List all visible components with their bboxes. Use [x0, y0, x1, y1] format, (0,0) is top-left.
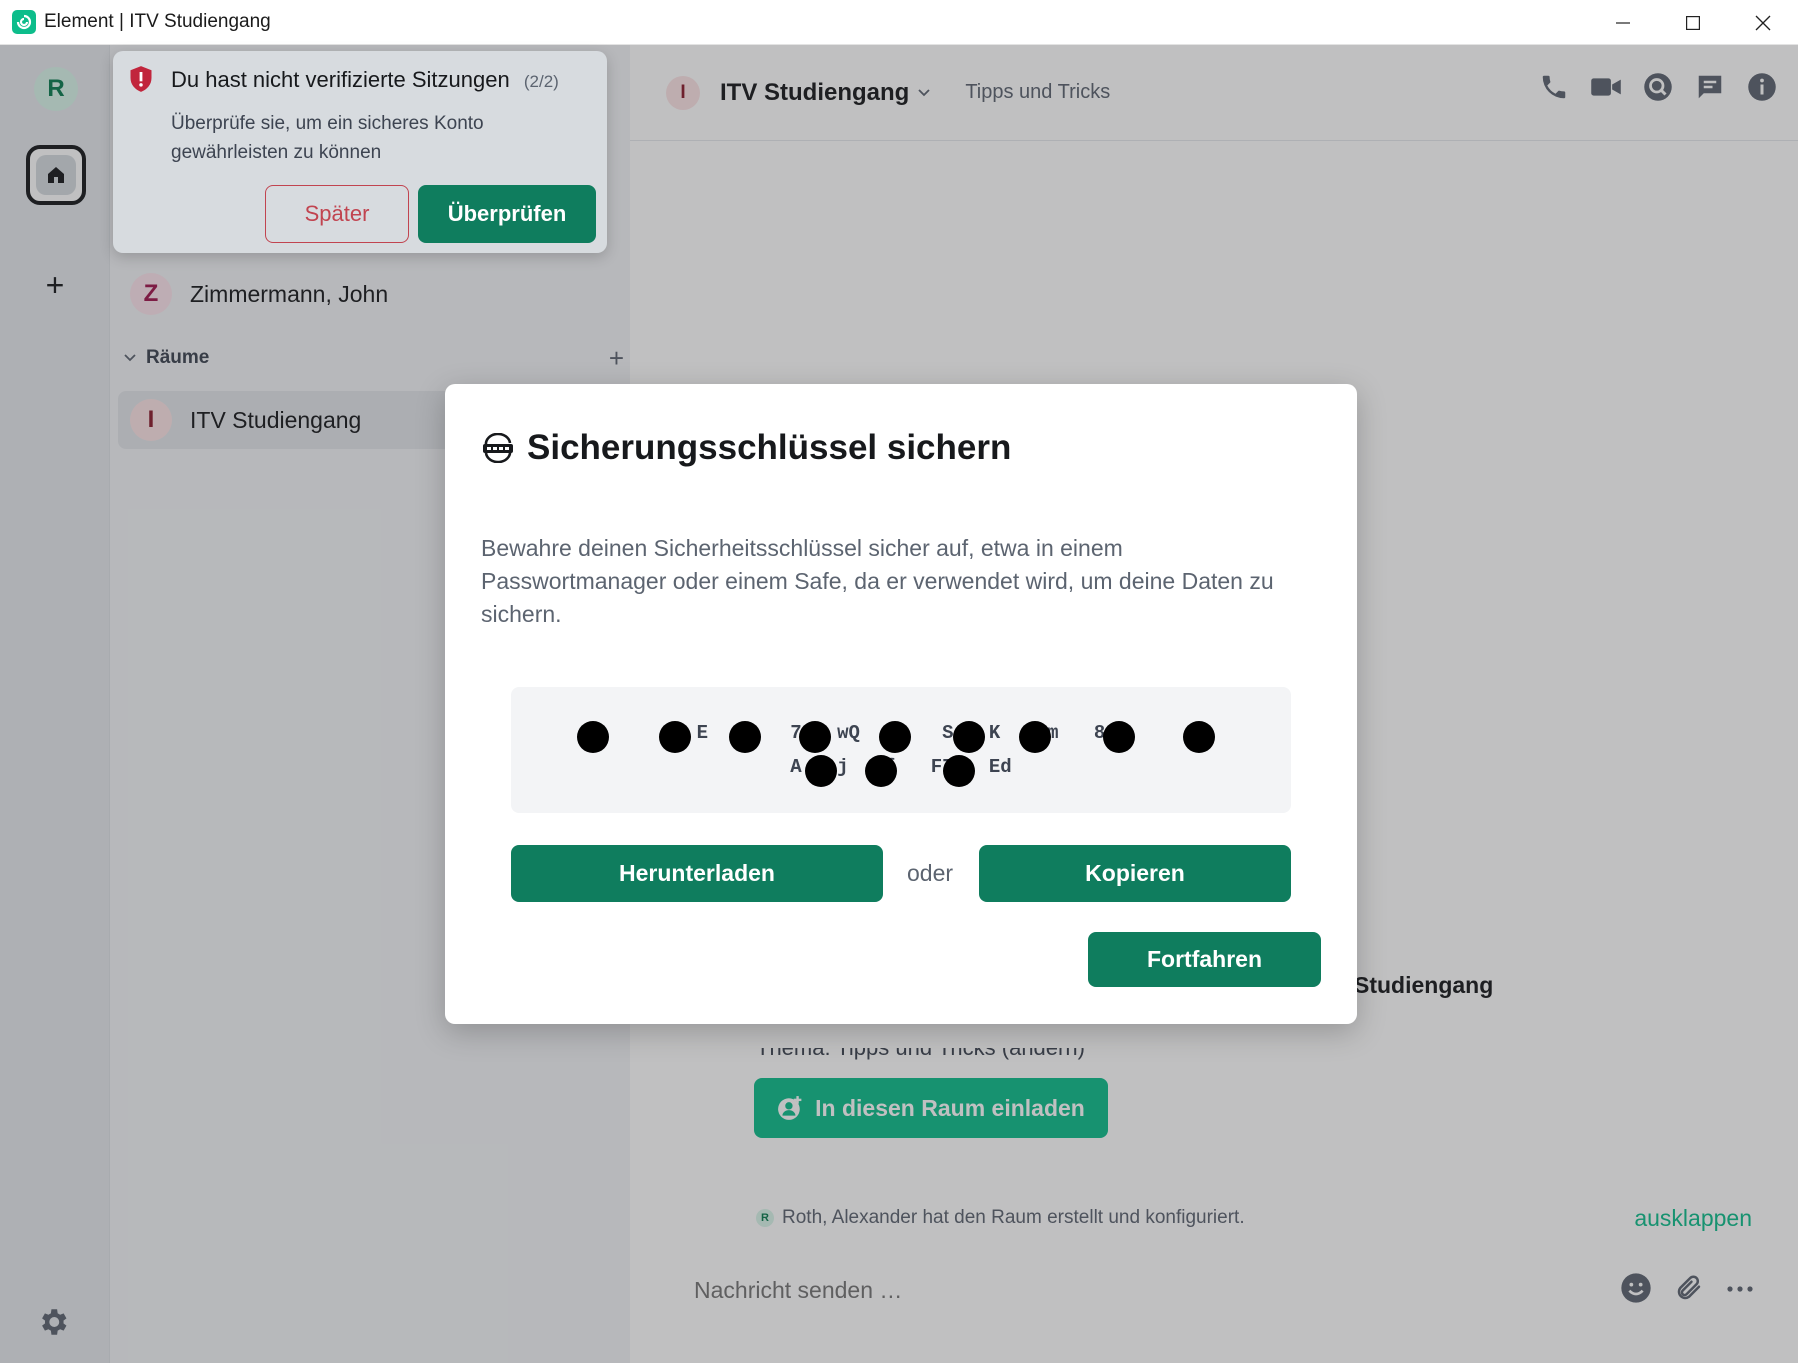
copy-button[interactable]: Kopieren — [979, 845, 1291, 902]
toast-title-row: Du hast nicht verifizierte Sitzungen (2/… — [171, 67, 559, 93]
or-separator: oder — [907, 860, 954, 886]
redaction-mark — [1019, 721, 1051, 753]
minimize-icon — [1616, 21, 1630, 24]
toast-description: Überprüfe sie, um ein sicheres Konto gew… — [171, 113, 484, 163]
redaction-mark — [943, 755, 975, 787]
backup-key-dialog: Sicherungsschlüssel sichern Bewahre dein… — [445, 384, 1357, 1024]
later-button[interactable]: Später — [265, 185, 409, 243]
close-window-button[interactable] — [1728, 0, 1798, 45]
toast-title: Du hast nicht verifizierte Sitzungen — [171, 67, 510, 92]
shield-warning-icon — [127, 65, 155, 93]
window-title: Element | ITV Studiengang — [44, 11, 271, 32]
toast-count: (2/2) — [523, 72, 559, 91]
unverified-sessions-toast: Du hast nicht verifizierte Sitzungen (2/… — [113, 51, 607, 253]
redaction-mark — [953, 721, 985, 753]
redaction-mark — [577, 721, 609, 753]
redaction-mark — [879, 721, 911, 753]
minimize-button[interactable] — [1588, 0, 1658, 45]
element-logo-icon — [12, 10, 36, 34]
redaction-mark — [805, 755, 837, 787]
redaction-mark — [1183, 721, 1215, 753]
secure-backup-icon — [483, 433, 513, 463]
maximize-button[interactable] — [1658, 0, 1728, 45]
redaction-mark — [865, 755, 897, 787]
continue-button[interactable]: Fortfahren — [1088, 932, 1321, 987]
redaction-mark — [729, 721, 761, 753]
verify-button[interactable]: Überprüfen — [418, 185, 596, 243]
dialog-header: Sicherungsschlüssel sichern — [481, 428, 1011, 468]
dialog-title: Sicherungsschlüssel sichern — [527, 428, 1012, 467]
redaction-mark — [659, 721, 691, 753]
close-icon — [1755, 15, 1771, 30]
recovery-key-box: E 3 7 wQ k S K zm 8 A j f F7 Ed — [511, 687, 1291, 813]
download-button[interactable]: Herunterladen — [511, 845, 883, 902]
dialog-description: Bewahre deinen Sicherheitsschlüssel sich… — [481, 535, 1274, 627]
window-titlebar: Element | ITV Studiengang — [0, 0, 1798, 45]
window-controls — [1588, 0, 1798, 45]
redaction-mark — [1103, 721, 1135, 753]
maximize-icon — [1686, 15, 1700, 30]
redaction-mark — [799, 721, 831, 753]
